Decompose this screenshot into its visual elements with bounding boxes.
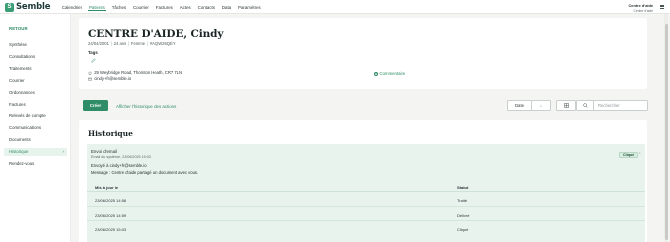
nav-courrier[interactable]: Courrier [132, 4, 149, 11]
nav-taches[interactable]: Tâches [111, 4, 127, 11]
table-row: 23/06/2025 15:03 Cliqué [87, 221, 645, 236]
search-input[interactable] [594, 101, 646, 110]
main-nav: Calendrier Patients Tâches Courrier Fact… [61, 4, 267, 11]
patient-address-row: 29 Weybridge Road, Thornton Heath, CR7 7… [88, 70, 182, 75]
brand-name: Semble [16, 2, 51, 12]
status-table: Mis à jour le Statut 23/06/2025 14:58 Tr… [87, 181, 645, 236]
user-organisation: Centre d'aide [633, 8, 653, 13]
nav-calendrier[interactable]: Calendrier [61, 4, 83, 11]
column-status: Statut [457, 185, 469, 190]
row-date: 23/06/2025 14:59 [95, 212, 127, 218]
menu-icon[interactable] [659, 4, 664, 10]
patient-email-row: cindy+fr@semble.io [88, 76, 131, 81]
status-badge: Cliqué [619, 152, 639, 158]
pencil-icon[interactable] [91, 58, 96, 63]
scrollbar-thumb[interactable] [664, 24, 668, 240]
table-row: 23/06/2025 14:58 Traité [87, 192, 645, 207]
table-row: 23/06/2025 14:59 Délivré [87, 207, 645, 221]
search-icon[interactable] [577, 101, 594, 110]
sidebar-item-communications[interactable]: Communications [4, 124, 67, 132]
add-comment-button[interactable]: + Commentaire [374, 71, 405, 76]
user-name: Centre d'aide [628, 3, 654, 8]
row-status: Délivré [457, 212, 470, 218]
filter-group: Date ↓ [507, 100, 576, 111]
patient-sidebar: RETOUR Synthèse Consultations Traitement… [0, 14, 71, 242]
patient-age: 24 ans [113, 40, 127, 46]
nav-actes[interactable]: Actes [179, 4, 192, 11]
email-event-card[interactable]: Envoi d'email Email du système, 23/06/20… [87, 144, 645, 242]
sidebar-item-ordonnances[interactable]: Ordonnances [4, 89, 67, 97]
view-action-history-link[interactable]: Afficher l'historique des actions [116, 104, 176, 109]
home-icon [88, 70, 92, 75]
back-link[interactable]: RETOUR [9, 26, 28, 31]
top-navigation-bar: S Semble Calendrier Patients Tâches Cour… [0, 0, 670, 14]
table-header: Mis à jour le Statut [87, 181, 645, 192]
sidebar-item-consultations[interactable]: Consultations [4, 53, 67, 61]
event-message: Message : Centre d'aide partagé un docum… [91, 169, 199, 175]
nav-contacts[interactable]: Contacts [197, 4, 216, 11]
chevron-up-icon[interactable]: ˆ [639, 152, 640, 157]
view-toggle-button[interactable] [556, 100, 576, 111]
semble-logo[interactable]: S Semble [5, 2, 51, 12]
patient-meta: 24/04/2001 | 24 ans | Femme | #AQW26QEY [88, 40, 176, 46]
sidebar-item-factures[interactable]: Factures [4, 101, 67, 109]
plus-circle-icon: + [374, 71, 378, 76]
nav-patients[interactable]: Patients [88, 4, 106, 11]
nav-data[interactable]: Data [221, 4, 232, 11]
patient-name: CENTRE D'AIDE, Cindy [88, 28, 224, 40]
sidebar-item-historique[interactable]: Historique › [4, 148, 67, 156]
user-account[interactable]: Centre d'aide Centre d'aide [629, 3, 654, 13]
column-updated-at: Mis à jour le [95, 185, 119, 190]
patient-email[interactable]: cindy+fr@semble.io [94, 76, 131, 81]
tags-label: Tags [88, 49, 98, 55]
row-status: Traité [457, 198, 468, 203]
sidebar-item-documents[interactable]: Documents [4, 136, 67, 144]
page-scrollbar[interactable] [664, 14, 668, 242]
row-date: 23/06/2025 14:58 [95, 198, 127, 203]
search-box [576, 100, 648, 111]
sidebar-item-traitements[interactable]: Traitements [4, 65, 67, 73]
nav-factures[interactable]: Factures [155, 4, 174, 11]
sidebar-item-releves[interactable]: Relevés de compte [4, 112, 67, 120]
create-button[interactable]: Créer [83, 100, 108, 111]
row-status: Cliqué [457, 227, 469, 232]
patient-address: 29 Weybridge Road, Thornton Heath, CR7 7… [94, 70, 183, 75]
row-date: 23/06/2025 15:03 [95, 227, 127, 232]
sidebar-item-synthese[interactable]: Synthèse [4, 41, 67, 49]
sidebar-item-rendez-vous[interactable]: Rendez-vous [4, 160, 67, 168]
grid-icon [563, 103, 569, 108]
sidebar-item-label: Historique [9, 149, 29, 154]
patient-sex: Femme [130, 40, 146, 46]
mail-icon [88, 77, 92, 80]
semble-logo-icon: S [5, 2, 14, 12]
date-filter-button[interactable]: Date [507, 100, 532, 111]
event-title: Envoi d'email [91, 149, 117, 154]
nav-parametres[interactable]: Paramètres [237, 4, 261, 11]
history-title: Historique [88, 129, 133, 138]
event-recipient: Envoyé à cindy+fr@semble.io [91, 163, 147, 168]
patient-id: #AQW26QEY [149, 40, 176, 46]
patient-header-card: CENTRE D'AIDE, Cindy 24/04/2001 | 24 ans |… [79, 18, 647, 89]
chevron-right-icon: › [62, 149, 65, 154]
patient-dob: 24/04/2001 [88, 40, 109, 46]
sort-direction-button[interactable]: ↓ [532, 100, 551, 111]
history-panel: Historique Envoi d'email Email du systèm… [79, 120, 647, 242]
add-comment-label: Commentaire [379, 71, 406, 76]
sidebar-item-courrier[interactable]: Courrier [4, 77, 67, 85]
event-subtitle: Email du système, 23/06/2025 15:03 [91, 155, 151, 159]
